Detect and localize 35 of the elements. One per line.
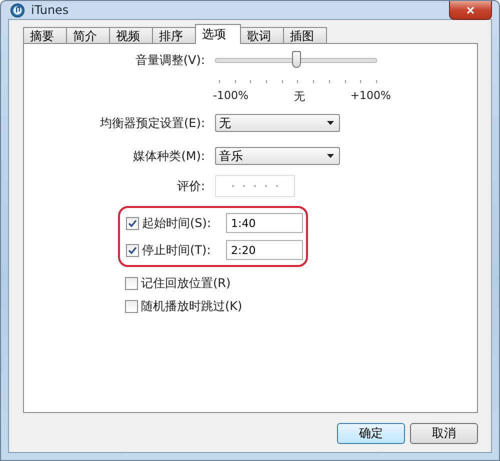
- close-button[interactable]: ×: [449, 1, 492, 20]
- tab[interactable]: 视频: [109, 27, 153, 44]
- equalizer-dropdown[interactable]: 无: [215, 114, 340, 132]
- tab[interactable]: 简介: [66, 27, 110, 44]
- scale-label: -100%: [213, 88, 248, 104]
- tab[interactable]: 排序: [152, 27, 196, 44]
- checkbox[interactable]: [125, 300, 138, 313]
- rating-label: 评价:: [176, 178, 206, 194]
- checkbox[interactable]: [126, 244, 139, 256]
- equalizer-label: 均衡器预定设置(E):: [99, 114, 206, 132]
- checkbox-label: 停止时间(T):: [142, 242, 212, 258]
- media-kind-dropdown[interactable]: 音乐: [215, 147, 340, 165]
- ok-button[interactable]: 确定: [337, 423, 405, 444]
- tab[interactable]: 选项: [195, 24, 241, 44]
- checkbox-label: 记住回放位置(R): [141, 275, 231, 292]
- caret-icon: [327, 121, 334, 125]
- checkbox-label: 随机播放时跳过(K): [141, 298, 242, 315]
- volume-label: 音量调整(V):: [134, 52, 206, 68]
- scale-label: 无: [294, 88, 305, 104]
- scale-label: +100%: [350, 88, 391, 104]
- cancel-button[interactable]: 取消: [410, 423, 478, 444]
- time-field[interactable]: 2:20: [226, 240, 303, 260]
- tab[interactable]: 插图: [283, 27, 327, 44]
- window-title: iTunes: [31, 3, 69, 17]
- rating-field[interactable]: [215, 175, 295, 197]
- checkbox-label: 起始时间(S):: [142, 214, 212, 232]
- tab[interactable]: 摘要: [23, 27, 67, 44]
- volume-slider[interactable]: [215, 50, 377, 70]
- caret-icon: [327, 154, 334, 158]
- media-kind-label: 媒体种类(M):: [132, 148, 206, 164]
- checkbox[interactable]: [126, 216, 139, 230]
- slider-thumb[interactable]: [292, 50, 301, 68]
- checkbox[interactable]: [125, 277, 138, 290]
- time-field[interactable]: 1:40: [226, 213, 303, 233]
- tab[interactable]: 歌词: [240, 27, 284, 44]
